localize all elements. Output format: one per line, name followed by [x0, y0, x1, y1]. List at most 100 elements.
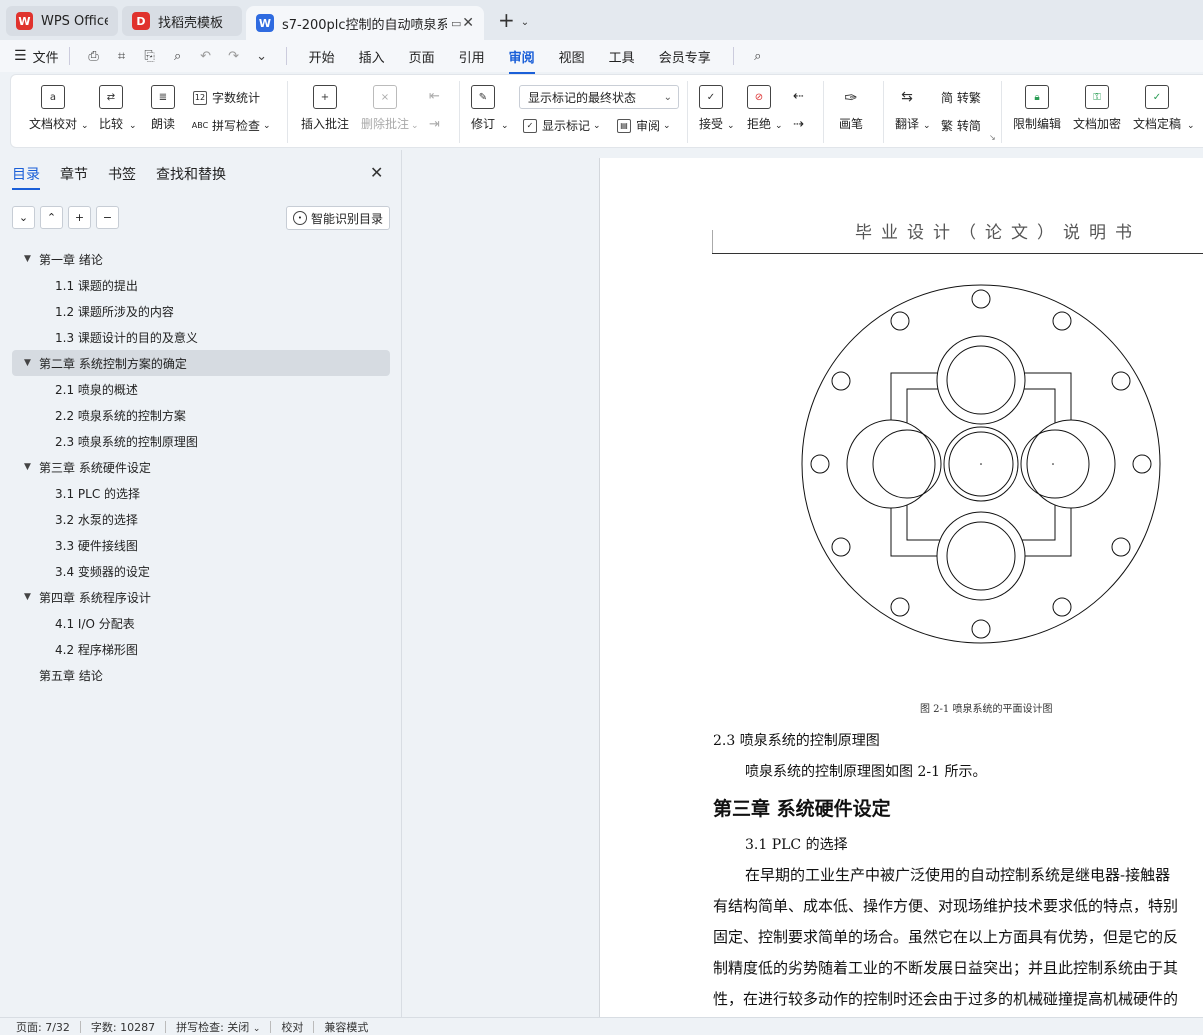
- document-page[interactable]: 毕业设计（论文）说明书 图 2-1 喷泉系统的平面设计图 2.3 喷泉系统的控制…: [599, 158, 1203, 1017]
- smart-toc-button[interactable]: • 智能识别目录: [286, 206, 390, 230]
- body-text-line[interactable]: 有结构简单、成本低、操作方便、对现场维护技术要求低的特点，特别: [713, 895, 1178, 916]
- chevron-down-icon[interactable]: ⌄: [254, 48, 270, 64]
- toc-section-item[interactable]: 1.1 课题的提出: [12, 272, 390, 298]
- caret-down-icon[interactable]: ▼: [24, 254, 39, 264]
- new-tab-icon[interactable]: +: [498, 8, 515, 32]
- tab-bookmarks[interactable]: 书签: [108, 164, 136, 184]
- chevron-down-icon[interactable]: ⌄: [81, 121, 89, 131]
- chevron-down-icon[interactable]: ⌄: [593, 121, 601, 131]
- chevron-down-icon[interactable]: ⌄: [1187, 121, 1195, 131]
- close-icon[interactable]: ✕: [370, 163, 383, 182]
- chevron-down-icon[interactable]: ⌄: [12, 206, 35, 229]
- body-text-line[interactable]: 固定、控制要求简单的场合。虽然它在以上方面具有优势，但是它的反: [713, 926, 1178, 947]
- caret-down-icon[interactable]: ▼: [24, 358, 39, 368]
- redo-icon[interactable]: ↷: [226, 48, 242, 64]
- next-change-icon[interactable]: ⇢: [793, 117, 804, 132]
- toc-section-item[interactable]: 3.1 PLC 的选择: [12, 480, 390, 506]
- toc-section-item[interactable]: 1.3 课题设计的目的及意义: [12, 324, 390, 350]
- body-text-line[interactable]: 性，在进行较多动作的控制时还会由于过多的机械碰撞提高机械硬件的: [713, 988, 1178, 1009]
- chevron-down-icon[interactable]: ⌄: [263, 121, 271, 131]
- markup-state-select[interactable]: 显示标记的最终状态 ⌄: [519, 85, 679, 109]
- menu-page[interactable]: 页面: [409, 47, 435, 66]
- monitor-icon[interactable]: ▭: [451, 17, 461, 30]
- share-icon[interactable]: ⌗: [114, 48, 130, 64]
- doc-finalize-button[interactable]: ✓ 文档定稿: [1133, 85, 1181, 132]
- chevron-down-icon[interactable]: ⌄: [411, 121, 419, 131]
- restrict-edit-button[interactable]: 🔒︎ 限制编辑: [1013, 85, 1061, 132]
- chevron-down-icon[interactable]: ⌄: [663, 121, 671, 131]
- menu-icon[interactable]: ☰: [14, 48, 27, 64]
- read-aloud-button[interactable]: ≣ 朗读: [151, 85, 175, 132]
- delete-comment-button[interactable]: × 删除批注: [361, 85, 409, 132]
- accept-button[interactable]: ✓ 接受: [699, 85, 723, 132]
- reject-button[interactable]: ⊘ 拒绝: [747, 85, 771, 132]
- chevron-down-icon[interactable]: ⌄: [727, 121, 735, 131]
- toc-section-item[interactable]: 2.1 喷泉的概述: [12, 376, 390, 402]
- prev-comment-icon[interactable]: ⇤: [429, 89, 440, 104]
- toc-chapter-item[interactable]: ▼ 第四章 系统程序设计: [12, 584, 390, 610]
- doc-check-button[interactable]: a 文档校对: [29, 85, 77, 132]
- search-icon[interactable]: ⌕: [750, 48, 766, 64]
- chevron-down-icon[interactable]: ⌄: [521, 17, 529, 28]
- tab-document[interactable]: W s7-200plc控制的自动喷泉系统 ▭ ✕: [246, 6, 484, 40]
- caret-down-icon[interactable]: ▼: [24, 462, 39, 472]
- toc-chapter-item[interactable]: ▼ 第二章 系统控制方案的确定: [12, 350, 390, 376]
- to-traditional-button[interactable]: 简 转繁: [941, 89, 981, 106]
- chevron-down-icon[interactable]: ⌄: [501, 121, 509, 131]
- chevron-down-icon[interactable]: ⌄: [775, 121, 783, 131]
- spell-check-button[interactable]: ABC 拼写检查 ⌄: [192, 117, 271, 134]
- compare-button[interactable]: ⇄ 比较: [99, 85, 123, 132]
- spell-check-indicator[interactable]: 拼写检查: 关闭 ⌄: [176, 1019, 260, 1035]
- tab-toc[interactable]: 目录: [12, 164, 40, 190]
- page-indicator[interactable]: 页面: 7/32: [16, 1019, 70, 1035]
- document-area[interactable]: 毕业设计（论文）说明书 图 2-1 喷泉系统的平面设计图 2.3 喷泉系统的控制…: [403, 150, 1203, 1017]
- toc-section-item[interactable]: 2.3 喷泉系统的控制原理图: [12, 428, 390, 454]
- show-markup-button[interactable]: ✓ 显示标记 ⌄: [523, 117, 601, 134]
- menu-insert[interactable]: 插入: [359, 47, 385, 66]
- print-icon[interactable]: ⎘: [142, 48, 158, 64]
- tab-find-replace[interactable]: 查找和替换: [156, 164, 226, 184]
- toc-section-item[interactable]: 3.3 硬件接线图: [12, 532, 390, 558]
- menu-tools[interactable]: 工具: [609, 47, 635, 66]
- menu-review[interactable]: 审阅: [508, 47, 535, 74]
- print-preview-icon[interactable]: ⌕: [170, 48, 186, 64]
- translate-button[interactable]: ⇆ 翻译: [895, 85, 919, 132]
- chevron-down-icon[interactable]: ⌄: [129, 121, 137, 131]
- toc-section-item[interactable]: 3.4 变频器的设定: [12, 558, 390, 584]
- chevron-down-icon[interactable]: ⌄: [923, 121, 931, 131]
- prev-change-icon[interactable]: ⇠: [793, 89, 804, 104]
- body-text-line[interactable]: 在早期的工业生产中被广泛使用的自动控制系统是继电器-接触器: [745, 864, 1170, 885]
- toc-section-item[interactable]: 2.2 喷泉系统的控制方案: [12, 402, 390, 428]
- menu-home[interactable]: 开始: [309, 47, 335, 66]
- expand-corner-icon[interactable]: ↘: [989, 133, 996, 142]
- toc-section-item[interactable]: 4.2 程序梯形图: [12, 636, 390, 662]
- insert-comment-button[interactable]: + 插入批注: [301, 85, 349, 132]
- toc-chapter-item[interactable]: 第五章 结论: [12, 662, 390, 688]
- body-text-line[interactable]: 制精度低的劣势随着工业的不断发展日益突出；并且此控制系统由于其: [713, 957, 1178, 978]
- toc-section-item[interactable]: 3.2 水泵的选择: [12, 506, 390, 532]
- menu-member[interactable]: 会员专享: [659, 47, 711, 66]
- toc-section-item[interactable]: 4.1 I/O 分配表: [12, 610, 390, 636]
- menu-view[interactable]: 视图: [559, 47, 585, 66]
- menu-references[interactable]: 引用: [459, 47, 485, 66]
- tab-wps-office[interactable]: W WPS Office: [6, 6, 118, 36]
- save-icon[interactable]: ⎙: [86, 48, 102, 64]
- next-comment-icon[interactable]: ⇥: [429, 117, 440, 132]
- word-count-button[interactable]: 12 字数统计: [193, 89, 260, 106]
- section-heading[interactable]: 2.3 喷泉系统的控制原理图: [713, 730, 880, 750]
- paragraph[interactable]: 喷泉系统的控制原理图如图 2-1 所示。: [745, 761, 986, 781]
- subsection-heading[interactable]: 3.1 PLC 的选择: [745, 834, 848, 854]
- plus-icon[interactable]: +: [68, 206, 91, 229]
- chevron-up-icon[interactable]: ⌃: [40, 206, 63, 229]
- tab-template[interactable]: D 找稻壳模板: [122, 6, 242, 36]
- caret-down-icon[interactable]: ▼: [24, 592, 39, 602]
- word-count-indicator[interactable]: 字数: 10287: [91, 1019, 155, 1035]
- revise-button[interactable]: ✎ 修订: [471, 85, 495, 132]
- toc-chapter-item[interactable]: ▼ 第一章 绪论: [12, 246, 390, 272]
- proofread-indicator[interactable]: 校对: [281, 1019, 303, 1035]
- toc-chapter-item[interactable]: ▼ 第三章 系统硬件设定: [12, 454, 390, 480]
- pen-button[interactable]: ✑ 画笔: [839, 85, 863, 132]
- to-simplified-button[interactable]: 繁 转简: [941, 117, 981, 134]
- file-menu[interactable]: 文件: [33, 47, 59, 66]
- chapter-heading[interactable]: 第三章 系统硬件设定: [713, 794, 891, 821]
